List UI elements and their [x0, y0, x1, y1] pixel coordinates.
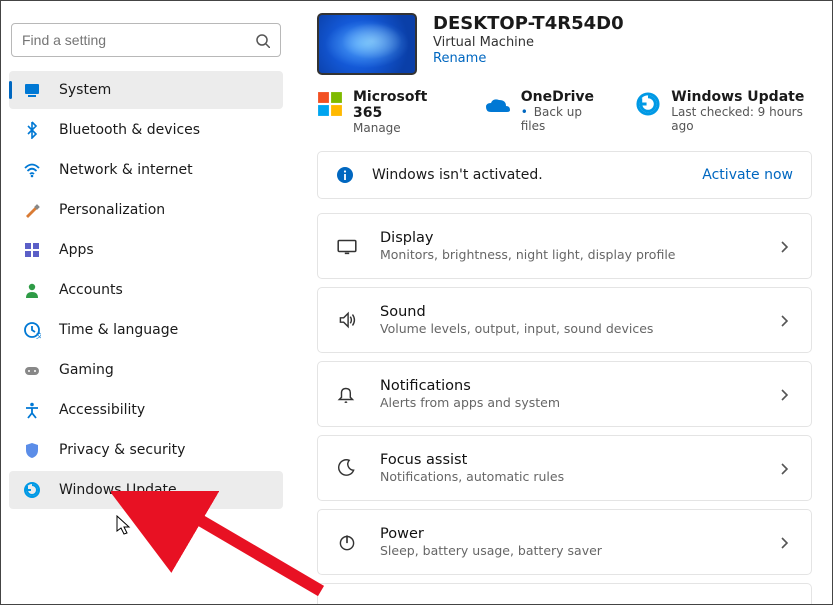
card-sound[interactable]: Sound Volume levels, output, input, soun…	[317, 287, 812, 353]
nav-label: Windows Update	[59, 482, 177, 498]
pc-header: DESKTOP-T4R54D0 Virtual Machine Rename	[317, 13, 812, 75]
card-subtitle: Volume levels, output, input, sound devi…	[380, 321, 775, 336]
card-title: Focus assist	[380, 452, 775, 468]
nav-label: Accessibility	[59, 402, 145, 418]
nav-item-bluetooth[interactable]: Bluetooth & devices	[9, 111, 283, 149]
nav-item-wifi[interactable]: Network & internet	[9, 151, 283, 189]
nav-label: Gaming	[59, 362, 114, 378]
activation-text: Windows isn't activated.	[372, 167, 702, 183]
nav-item-apps[interactable]: Apps	[9, 231, 283, 269]
update-icon	[23, 481, 41, 499]
main-panel: DESKTOP-T4R54D0 Virtual Machine Rename M…	[291, 1, 832, 604]
activate-now-link[interactable]: Activate now	[702, 167, 793, 183]
card-subtitle: Notifications, automatic rules	[380, 469, 775, 484]
nav-label: System	[59, 82, 111, 98]
nav-list: System Bluetooth & devices Network & int…	[9, 71, 283, 509]
search-icon	[254, 32, 270, 48]
sound-icon	[336, 309, 358, 331]
card-moon[interactable]: Focus assist Notifications, automatic ru…	[317, 435, 812, 501]
gamepad-icon	[23, 361, 41, 379]
person-icon	[23, 281, 41, 299]
microsoft-365-card[interactable]: Microsoft 365 Manage	[317, 89, 449, 135]
chevron-right-icon	[775, 237, 793, 255]
onedrive-title: OneDrive	[521, 89, 600, 105]
card-power[interactable]: Power Sleep, battery usage, battery save…	[317, 509, 812, 575]
update-title: Windows Update	[671, 89, 812, 105]
card-subtitle: Alerts from apps and system	[380, 395, 775, 410]
card-bell[interactable]: Notifications Alerts from apps and syste…	[317, 361, 812, 427]
card-title: Sound	[380, 304, 775, 320]
activation-banner: Windows isn't activated. Activate now	[317, 151, 812, 199]
nav-item-shield[interactable]: Privacy & security	[9, 431, 283, 469]
status-row: Microsoft 365 Manage OneDrive Back up fi…	[317, 89, 812, 135]
microsoft-logo-icon	[317, 91, 343, 117]
accessibility-icon	[23, 401, 41, 419]
shield-icon	[23, 441, 41, 459]
card-display[interactable]: Display Monitors, brightness, night ligh…	[317, 213, 812, 279]
nav-item-update[interactable]: Windows Update	[9, 471, 283, 509]
chevron-right-icon	[775, 311, 793, 329]
card-title: Power	[380, 526, 775, 542]
nav-item-accessibility[interactable]: Accessibility	[9, 391, 283, 429]
card-title: Display	[380, 230, 775, 246]
moon-icon	[336, 457, 358, 479]
bluetooth-icon	[23, 121, 41, 139]
update-sub: Last checked: 9 hours ago	[671, 105, 812, 133]
desktop-thumbnail	[317, 13, 417, 75]
onedrive-icon	[485, 91, 511, 117]
nav-label: Apps	[59, 242, 94, 258]
chevron-right-icon	[775, 459, 793, 477]
update-icon	[635, 91, 661, 117]
brush-icon	[23, 201, 41, 219]
nav-label: Network & internet	[59, 162, 193, 178]
chevron-right-icon	[775, 385, 793, 403]
nav-item-system[interactable]: System	[9, 71, 283, 109]
onedrive-sub: Back up files	[521, 105, 600, 133]
onedrive-card[interactable]: OneDrive Back up files	[485, 89, 600, 135]
search-input[interactable]	[22, 32, 254, 48]
settings-card-list: Display Monitors, brightness, night ligh…	[317, 213, 812, 604]
nav-item-brush[interactable]: Personalization	[9, 191, 283, 229]
nav-item-clock[interactable]: Time & language	[9, 311, 283, 349]
apps-icon	[23, 241, 41, 259]
clock-icon	[23, 321, 41, 339]
rename-link[interactable]: Rename	[433, 51, 486, 66]
nav-item-gamepad[interactable]: Gaming	[9, 351, 283, 389]
display-icon	[336, 235, 358, 257]
sidebar: System Bluetooth & devices Network & int…	[1, 1, 291, 604]
card-title: Notifications	[380, 378, 775, 394]
search-box[interactable]	[11, 23, 281, 57]
card-subtitle: Monitors, brightness, night light, displ…	[380, 247, 775, 262]
pc-subtitle: Virtual Machine	[433, 35, 624, 50]
card-storage[interactable]: Storage	[317, 583, 812, 604]
nav-label: Time & language	[59, 322, 178, 338]
windows-update-card[interactable]: Windows Update Last checked: 9 hours ago	[635, 89, 812, 135]
nav-label: Privacy & security	[59, 442, 185, 458]
wifi-icon	[23, 161, 41, 179]
bell-icon	[336, 383, 358, 405]
m365-title: Microsoft 365	[353, 89, 449, 121]
nav-label: Bluetooth & devices	[59, 122, 200, 138]
nav-label: Personalization	[59, 202, 165, 218]
chevron-right-icon	[775, 533, 793, 551]
nav-item-person[interactable]: Accounts	[9, 271, 283, 309]
nav-label: Accounts	[59, 282, 123, 298]
system-icon	[23, 81, 41, 99]
m365-sub: Manage	[353, 121, 449, 135]
card-subtitle: Sleep, battery usage, battery saver	[380, 543, 775, 558]
power-icon	[336, 531, 358, 553]
info-icon	[336, 166, 354, 184]
pc-name: DESKTOP-T4R54D0	[433, 13, 624, 35]
